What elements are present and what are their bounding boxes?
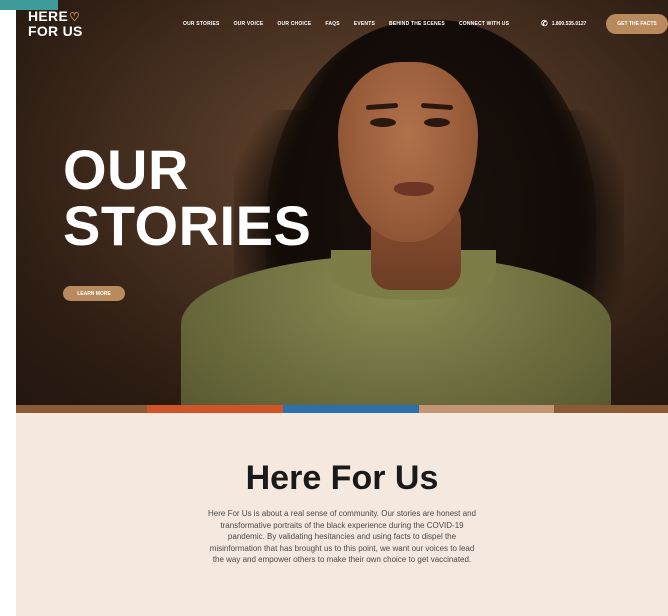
stripe-segment xyxy=(419,405,554,413)
stripe-segment xyxy=(283,405,419,413)
nav-item-our-voice[interactable]: OUR VOICE xyxy=(234,21,264,27)
logo-line2: FOR US xyxy=(28,23,83,39)
phone-link[interactable]: ✆ 1.800.535.0127 xyxy=(541,19,586,28)
logo-line1: HERE xyxy=(28,8,69,24)
about-section: Here For Us Here For Us is about a real … xyxy=(16,413,668,616)
portrait-eye xyxy=(370,118,396,127)
nav-item-our-choice[interactable]: OUR CHOICE xyxy=(277,21,311,27)
nav-item-behind-the-scenes[interactable]: BEHIND THE SCENES xyxy=(389,21,445,27)
hero-headline-line2: STORIES xyxy=(63,194,312,257)
nav-item-connect-with-us[interactable]: CONNECT WITH US xyxy=(459,21,509,27)
corner-accent xyxy=(0,0,58,10)
stripe-segment xyxy=(16,405,147,413)
nav-item-faqs[interactable]: FAQS xyxy=(325,21,339,27)
nav-item-our-stories[interactable]: OUR STORIES xyxy=(183,21,220,27)
heart-icon: ♡ xyxy=(69,10,81,24)
hero-headline: OUR STORIES xyxy=(63,142,311,254)
get-the-facts-button[interactable]: GET THE FACTS xyxy=(606,14,668,34)
portrait-lips xyxy=(394,182,434,196)
color-stripe xyxy=(16,405,668,413)
portrait-eye xyxy=(424,118,450,127)
phone-icon: ✆ xyxy=(541,19,548,28)
nav-item-events[interactable]: EVENTS xyxy=(354,21,375,27)
hero-headline-line1: OUR xyxy=(63,138,189,201)
learn-more-button[interactable]: LEARN MORE xyxy=(63,286,125,301)
about-body: Here For Us is about a real sense of com… xyxy=(208,509,476,565)
stripe-segment xyxy=(147,405,283,413)
phone-number: 1.800.535.0127 xyxy=(551,20,587,27)
stripe-segment xyxy=(554,405,668,413)
site-logo[interactable]: HERE♡ FOR US xyxy=(28,9,83,38)
main-nav: OUR STORIES OUR VOICE OUR CHOICE FAQS EV… xyxy=(183,21,509,27)
about-title: Here For Us xyxy=(245,459,439,497)
